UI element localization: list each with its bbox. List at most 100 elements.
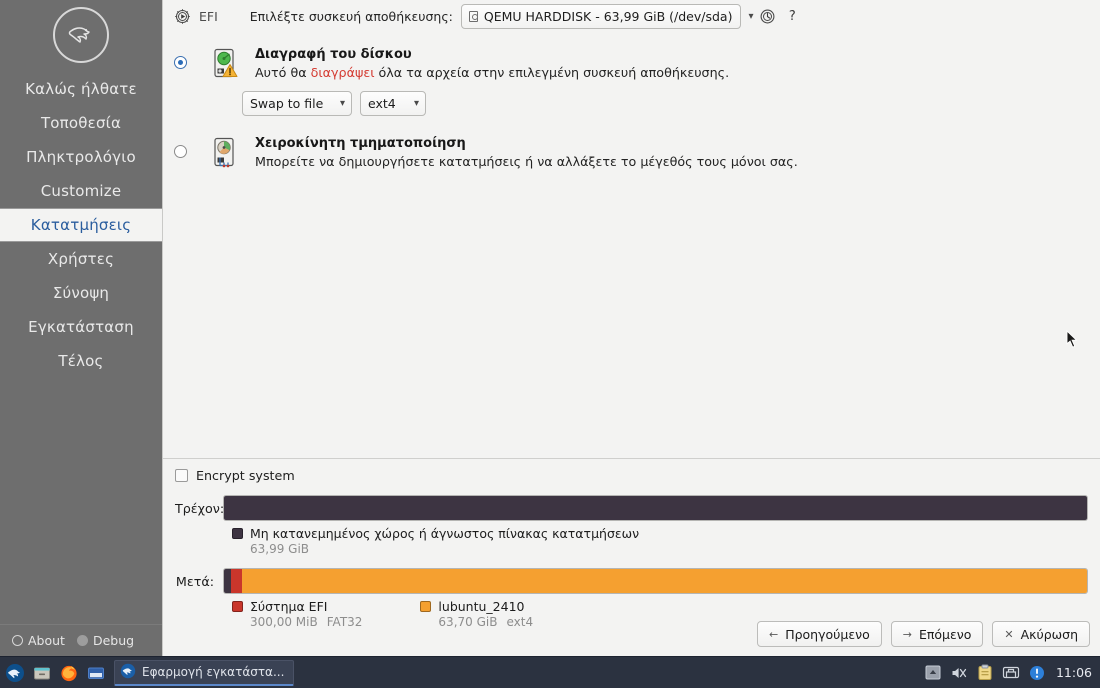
help-button[interactable]: ? xyxy=(785,9,800,24)
filesystem-value: ext4 xyxy=(368,96,396,111)
before-partition-bar[interactable] xyxy=(223,495,1088,521)
sidebar-item-welcome[interactable]: Καλώς ήλθατε xyxy=(0,72,162,106)
legend-swatch xyxy=(420,601,432,612)
encrypt-system-checkbox[interactable] xyxy=(175,469,188,482)
erase-disk-title: Διαγραφή του δίσκου xyxy=(255,47,412,62)
close-x-icon: ✕ xyxy=(1004,627,1014,641)
erase-disk-text: Διαγραφή του δίσκου Αυτό θα διαγράψει όλ… xyxy=(255,45,729,80)
manual-partition-text: Χειροκίνητη τμηματοποίηση Μπορείτε να δη… xyxy=(255,134,798,169)
device-prompt-label: Επιλέξτε συσκευή αποθήκευσης: xyxy=(249,9,453,24)
sidebar-item-label: Πληκτρολόγιο xyxy=(26,148,136,166)
taskbar: Εφαρμογή εγκατάστα... 11:06 xyxy=(0,656,1100,688)
sidebar-item-label: Σύνοψη xyxy=(52,284,110,302)
sidebar-item-users[interactable]: Χρήστες xyxy=(0,242,162,276)
legend-swatch xyxy=(232,601,243,612)
next-button[interactable]: → Επόμενο xyxy=(890,621,984,647)
sidebar-item-customize[interactable]: Customize xyxy=(0,174,162,208)
mouse-cursor xyxy=(1066,330,1078,348)
system-tray: 11:06 xyxy=(923,664,1100,682)
filesystem-select[interactable]: ext4 ▾ xyxy=(360,91,426,116)
debug-button[interactable]: Debug xyxy=(76,633,134,648)
after-bar-block: Μετά: xyxy=(175,568,1088,594)
clipboard-icon[interactable] xyxy=(975,664,995,682)
taskbar-window-list: Εφαρμογή εγκατάστα... xyxy=(114,659,295,686)
legend-size: 63,70 GiB xyxy=(438,615,498,629)
debug-dot-icon xyxy=(76,635,88,646)
calamares-installer-icon xyxy=(120,663,136,682)
encrypt-system-row[interactable]: Encrypt system xyxy=(175,468,1088,483)
disk-manual-partition-icon xyxy=(209,136,241,168)
after-label: Μετά: xyxy=(175,573,214,589)
sidebar-item-location[interactable]: Τοποθεσία xyxy=(0,106,162,140)
manual-partition-description: Μπορείτε να δημιουργήσετε κατατμήσεις ή … xyxy=(255,154,798,169)
after-segment-efi[interactable] xyxy=(230,569,243,593)
back-button[interactable]: ← Προηγούμενο xyxy=(756,621,882,647)
sidebar: Καλώς ήλθατε Τοποθεσία Πληκτρολόγιο Cust… xyxy=(0,0,162,656)
taskbar-window-button[interactable]: Εφαρμογή εγκατάστα... xyxy=(114,659,295,686)
app-logo xyxy=(0,0,162,63)
before-label: Τρέχον: xyxy=(175,500,225,516)
file-manager-icon[interactable] xyxy=(30,661,54,685)
firefox-icon[interactable] xyxy=(57,661,81,685)
manual-partition-title: Χειροκίνητη τμηματοποίηση xyxy=(255,136,466,151)
legend-swatch xyxy=(232,528,243,539)
sidebar-item-label: Καλώς ήλθατε xyxy=(25,80,137,98)
sidebar-item-label: Κατατμήσεις xyxy=(30,216,132,234)
partition-preview: Encrypt system Τρέχον: Μη κατανεμημένος … xyxy=(163,458,1100,656)
taskbar-launchers xyxy=(0,661,108,685)
after-segment-root[interactable] xyxy=(242,569,1087,593)
legend-fs: ext4 xyxy=(506,615,534,629)
about-label: About xyxy=(28,633,65,648)
erase-desc-after: όλα τα αρχεία στην επιλεγμένη συσκευή απ… xyxy=(374,65,730,80)
volume-muted-icon[interactable] xyxy=(949,664,969,682)
taskbar-clock[interactable]: 11:06 xyxy=(1053,665,1092,680)
revert-clock-icon[interactable] xyxy=(759,8,777,26)
installer-window: Καλώς ήλθατε Τοποθεσία Πληκτρολόγιο Cust… xyxy=(0,0,1100,688)
erase-disk-radio[interactable] xyxy=(174,56,187,69)
sidebar-item-keyboard[interactable]: Πληκτρολόγιο xyxy=(0,140,162,174)
boot-mode-label: EFI xyxy=(199,9,218,24)
lubuntu-start-menu-icon[interactable] xyxy=(3,661,27,685)
disk-erase-warning-icon xyxy=(209,47,241,79)
encrypt-system-label: Encrypt system xyxy=(196,468,295,483)
manual-partition-radio[interactable] xyxy=(174,145,187,158)
sidebar-item-finish[interactable]: Τέλος xyxy=(0,344,162,378)
erase-desc-warning-word: διαγράψει xyxy=(310,65,375,80)
lubuntu-bird-logo-icon xyxy=(53,7,109,63)
before-bar-block: Τρέχον: xyxy=(175,495,1088,521)
legend-item: Σύστημα EFI 300,00 MiB FAT32 xyxy=(232,599,362,629)
efi-boot-icon xyxy=(173,8,191,26)
legend-label: Σύστημα EFI xyxy=(250,599,328,614)
option-manual-partition[interactable]: Χειροκίνητη τμηματοποίηση Μπορείτε να δη… xyxy=(173,134,1100,169)
sidebar-item-partitions[interactable]: Κατατμήσεις xyxy=(0,208,162,242)
wizard-nav-buttons: ← Προηγούμενο → Επόμενο ✕ Ακύρωση xyxy=(756,621,1090,647)
sidebar-footer: About Debug xyxy=(0,624,162,656)
show-hidden-icons-icon[interactable] xyxy=(923,664,943,682)
legend-fs: FAT32 xyxy=(326,615,363,629)
before-segment-unallocated[interactable] xyxy=(224,496,1087,520)
updates-available-icon[interactable] xyxy=(1027,664,1047,682)
arrow-right-icon: → xyxy=(902,627,912,641)
option-erase-disk[interactable]: Διαγραφή του δίσκου Αυτό θα διαγράψει όλ… xyxy=(173,45,1100,80)
storage-device-select[interactable]: QEMU HARDDISK - 63,99 GiB (/dev/sda) ▾ xyxy=(460,4,754,29)
sidebar-item-install[interactable]: Εγκατάσταση xyxy=(0,310,162,344)
about-button[interactable]: About xyxy=(12,633,65,648)
cancel-button[interactable]: ✕ Ακύρωση xyxy=(992,621,1090,647)
info-icon xyxy=(12,635,23,646)
sidebar-item-label: Customize xyxy=(40,182,122,200)
arrow-left-icon: ← xyxy=(768,627,779,641)
after-partition-bar[interactable] xyxy=(223,568,1088,594)
cancel-label: Ακύρωση xyxy=(1020,626,1078,642)
device-toolbar: EFI Επιλέξτε συσκευή αποθήκευσης: QEMU H… xyxy=(163,0,1100,33)
terminal-icon[interactable] xyxy=(84,661,108,685)
chevron-down-icon: ▾ xyxy=(339,98,345,109)
swap-select[interactable]: Swap to file ▾ xyxy=(242,91,352,116)
chevron-down-icon: ▾ xyxy=(748,11,754,22)
sidebar-item-summary[interactable]: Σύνοψη xyxy=(0,276,162,310)
sidebar-item-label: Τέλος xyxy=(58,352,104,370)
erase-disk-description: Αυτό θα διαγράψει όλα τα αρχεία στην επι… xyxy=(255,65,729,80)
before-legend: Μη κατανεμημένος χώρος ή άγνωστος πίνακα… xyxy=(232,526,1088,556)
network-icon[interactable] xyxy=(1001,664,1021,682)
sidebar-item-label: Εγκατάσταση xyxy=(28,318,134,336)
sidebar-nav: Καλώς ήλθατε Τοποθεσία Πληκτρολόγιο Cust… xyxy=(0,72,162,378)
